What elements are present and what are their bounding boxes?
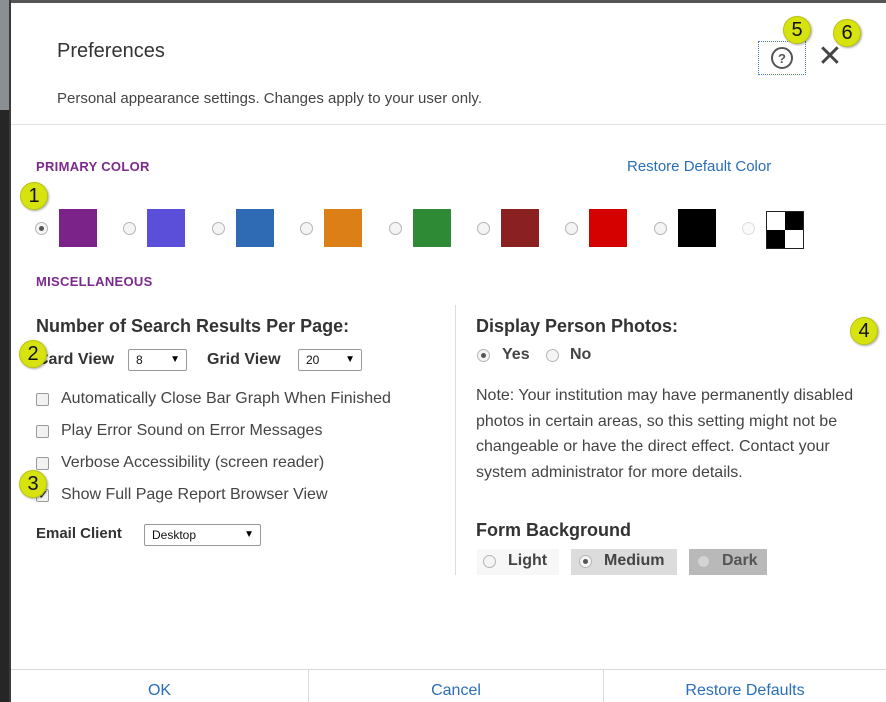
cancel-button[interactable]: Cancel: [309, 670, 603, 702]
color-swatch-option[interactable]: [742, 208, 806, 249]
color-swatch[interactable]: [324, 209, 362, 247]
color-swatch-radio[interactable]: [35, 222, 48, 235]
photos-yes-label: Yes: [502, 346, 530, 363]
callout-badge-6: 6: [833, 19, 861, 47]
color-swatch-radio[interactable]: [742, 222, 755, 235]
form-background-heading: Form Background: [476, 520, 632, 540]
grid-view-select[interactable]: 20 ▼: [298, 349, 362, 371]
color-swatch-radio[interactable]: [389, 222, 402, 235]
color-swatch[interactable]: [236, 209, 274, 247]
color-swatch-radio[interactable]: [212, 222, 225, 235]
card-view-value: 8: [136, 353, 143, 367]
color-swatch-option[interactable]: [565, 208, 629, 248]
color-swatch[interactable]: [589, 209, 627, 247]
card-view-label: Card View: [37, 351, 115, 368]
color-swatch-option[interactable]: [212, 208, 276, 248]
color-swatch-radio[interactable]: [654, 222, 667, 235]
background-strip-top: [0, 0, 9, 110]
photos-yes-option[interactable]: Yes: [477, 344, 537, 368]
restore-default-color-link[interactable]: Restore Default Color: [627, 158, 771, 175]
color-swatch[interactable]: [147, 209, 185, 247]
photos-no-option[interactable]: No: [546, 344, 606, 368]
color-swatch-option[interactable]: [123, 208, 187, 248]
setting-checkbox-label: Play Error Sound on Error Messages: [61, 422, 323, 439]
photos-no-label: No: [570, 346, 592, 363]
setting-checkbox[interactable]: [36, 457, 49, 470]
callout-badge-3: 3: [19, 470, 47, 498]
chevron-down-icon: ▼: [345, 354, 355, 365]
form-bg-medium-label: Medium: [604, 552, 665, 569]
photos-note: Note: Your institution may have permanen…: [476, 387, 854, 481]
chevron-down-icon: ▼: [170, 354, 180, 365]
form-bg-dark-radio[interactable]: [697, 555, 710, 568]
color-swatch[interactable]: [413, 209, 451, 247]
email-client-value: Desktop: [152, 528, 197, 542]
color-swatch[interactable]: [678, 209, 716, 247]
form-bg-light-label: Light: [508, 552, 548, 569]
display-photos-options: Yes No: [477, 344, 777, 368]
email-client-select[interactable]: Desktop ▼: [144, 524, 261, 546]
checkerboard-swatch[interactable]: [766, 211, 804, 249]
form-bg-medium-radio[interactable]: [579, 555, 592, 568]
email-client-label: Email Client: [36, 525, 122, 542]
preferences-dialog: Preferences Personal appearance settings…: [11, 0, 886, 702]
grid-view-label: Grid View: [207, 351, 281, 368]
dialog-header: Preferences Personal appearance settings…: [11, 3, 886, 125]
miscellaneous-label: MISCELLANEOUS: [36, 274, 153, 289]
color-swatch-radio[interactable]: [123, 222, 136, 235]
callout-badge-4: 4: [850, 317, 878, 345]
color-swatch-option[interactable]: [477, 208, 541, 248]
form-bg-dark-label: Dark: [722, 552, 758, 569]
primary-color-label: PRIMARY COLOR: [36, 159, 150, 174]
restore-defaults-button[interactable]: Restore Defaults: [604, 670, 886, 702]
setting-checkbox[interactable]: [36, 393, 49, 406]
color-swatch-option[interactable]: [654, 208, 718, 248]
help-button[interactable]: ?: [758, 41, 806, 75]
color-swatch-radio[interactable]: [565, 222, 578, 235]
setting-checkbox-label: Show Full Page Report Browser View: [61, 486, 328, 503]
setting-checkbox-label: Verbose Accessibility (screen reader): [61, 454, 325, 471]
grid-view-value: 20: [306, 353, 320, 367]
callout-badge-2: 2: [19, 340, 47, 368]
color-swatch-option[interactable]: [389, 208, 453, 248]
photos-no-radio[interactable]: [546, 349, 559, 362]
chevron-down-icon: ▼: [244, 529, 254, 540]
color-swatch-option[interactable]: [300, 208, 364, 248]
display-photos-heading: Display Person Photos:: [476, 316, 679, 336]
form-bg-medium-option[interactable]: Medium: [571, 549, 677, 575]
dialog-subtitle: Personal appearance settings. Changes ap…: [57, 90, 482, 107]
color-swatch-option[interactable]: [35, 208, 99, 248]
setting-checkbox-label: Automatically Close Bar Graph When Finis…: [61, 390, 391, 407]
color-swatch-radio[interactable]: [300, 222, 313, 235]
ok-button[interactable]: OK: [11, 670, 308, 702]
search-results-heading: Number of Search Results Per Page:: [36, 316, 350, 336]
dialog-footer: OK Cancel Restore Defaults: [11, 669, 886, 702]
column-divider: [455, 305, 456, 575]
form-bg-light-option[interactable]: Light: [477, 549, 559, 575]
color-swatch-radio[interactable]: [477, 222, 490, 235]
color-swatch[interactable]: [59, 209, 97, 247]
setting-checkbox[interactable]: [36, 425, 49, 438]
callout-badge-1: 1: [20, 182, 48, 210]
form-bg-dark-option[interactable]: Dark: [689, 549, 767, 575]
form-bg-light-radio[interactable]: [483, 555, 496, 568]
photos-yes-radio[interactable]: [477, 349, 490, 362]
background-window-edge: [0, 0, 11, 702]
dialog-title: Preferences: [57, 40, 165, 62]
form-background-options: Light Medium Dark: [477, 549, 777, 575]
color-swatch[interactable]: [501, 209, 539, 247]
callout-badge-5: 5: [783, 16, 811, 44]
question-circle-icon: ?: [771, 47, 793, 69]
card-view-select[interactable]: 8 ▼: [128, 349, 187, 371]
